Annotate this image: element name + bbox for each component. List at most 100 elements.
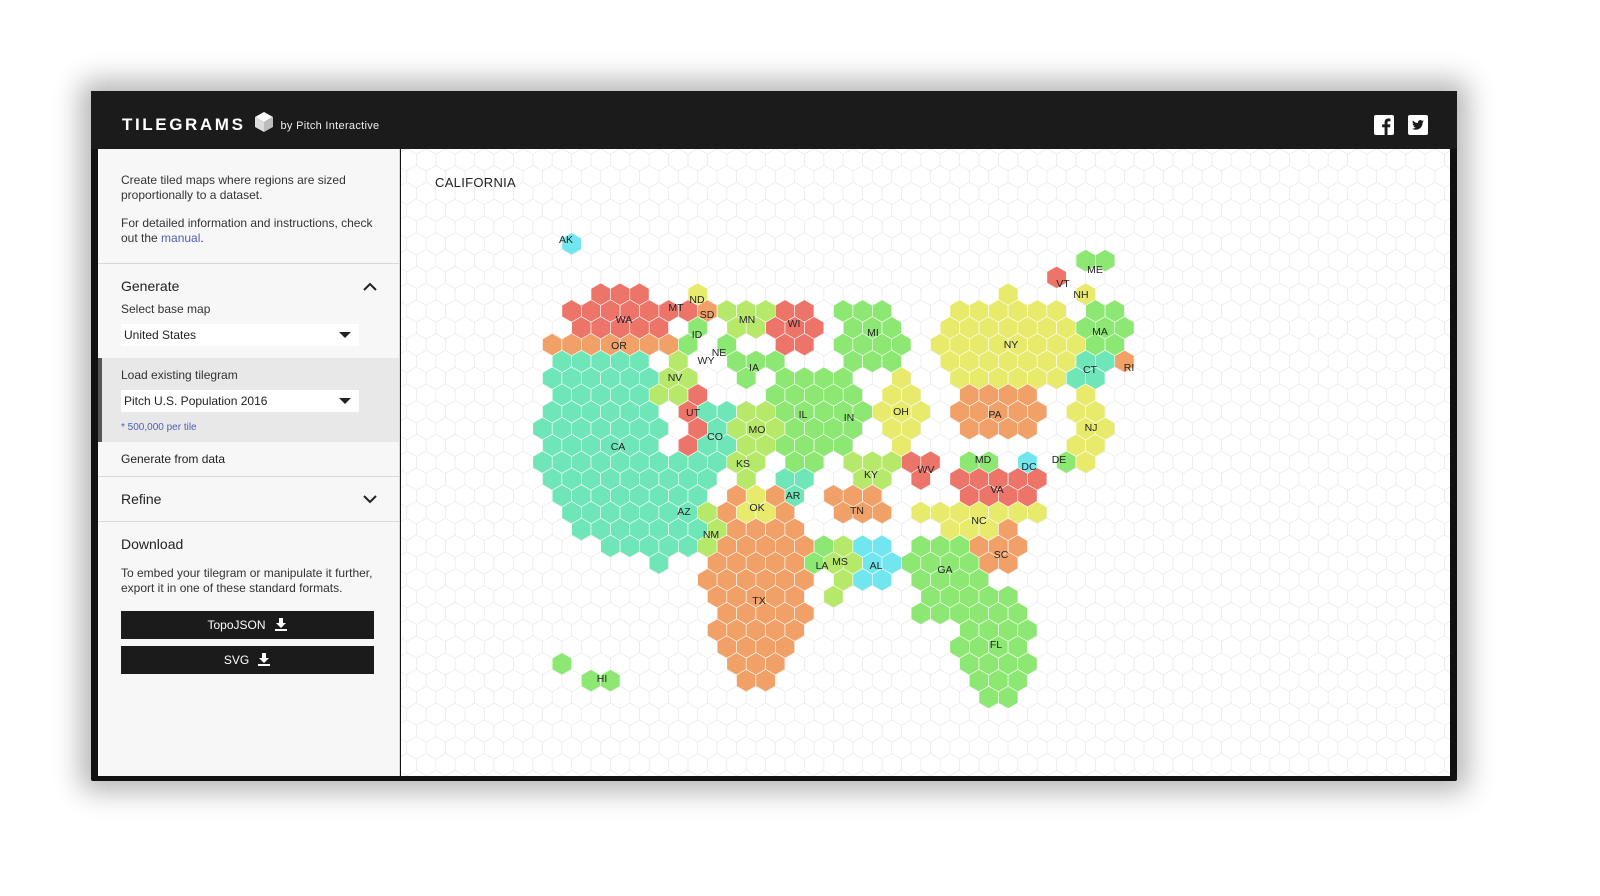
- empty-grid-tile: [445, 232, 466, 256]
- empty-grid-tile: [1046, 534, 1067, 558]
- empty-grid-tile: [1347, 719, 1368, 743]
- empty-grid-tile: [716, 769, 737, 776]
- empty-grid-tile: [1124, 265, 1145, 290]
- empty-grid-tile: [542, 568, 563, 592]
- empty-grid-tile: [1211, 248, 1232, 273]
- empty-grid-tile: [1269, 719, 1290, 743]
- empty-grid-tile: [493, 652, 514, 676]
- state-label-ia: IA: [749, 362, 759, 374]
- empty-grid-tile: [687, 719, 708, 743]
- empty-grid-tile: [464, 198, 485, 222]
- empty-grid-tile: [435, 517, 456, 542]
- state-label-ms: MS: [832, 556, 848, 568]
- empty-grid-tile: [1444, 318, 1450, 337]
- empty-grid-tile: [474, 685, 495, 710]
- download-icon: [257, 652, 271, 669]
- empty-grid-tile: [1153, 584, 1174, 609]
- empty-grid-tile: [522, 635, 543, 659]
- empty-grid-tile: [823, 181, 844, 206]
- empty-grid-tile: [1240, 467, 1261, 491]
- empty-grid-tile: [1192, 416, 1213, 441]
- empty-grid-tile: [959, 181, 980, 206]
- empty-grid-tile: [639, 149, 659, 155]
- empty-grid-tile: [483, 265, 505, 290]
- empty-grid-tile: [1269, 248, 1290, 273]
- base-map-select[interactable]: United States: [121, 324, 359, 346]
- empty-grid-tile: [522, 232, 543, 256]
- download-svg-button[interactable]: SVG: [121, 646, 374, 674]
- hex-grid[interactable]: AKHIWAORCAMTIDNVUTWYNDSDNECOAZNMKSMOIAMN…: [401, 149, 1450, 776]
- tilegram-map-canvas[interactable]: AK HI WA OR CA MT ID NV UT WY ND SD NE CO AZ NM KS MO IA MN…: [401, 149, 1450, 776]
- empty-grid-tile: [580, 232, 602, 256]
- empty-grid-tile: [532, 618, 553, 642]
- empty-grid-tile: [1318, 400, 1339, 424]
- empty-grid-tile: [639, 736, 660, 760]
- empty-grid-tile: [580, 702, 602, 726]
- empty-grid-tile: [1405, 181, 1426, 206]
- empty-grid-tile: [1376, 601, 1397, 626]
- empty-grid-tile: [1075, 484, 1096, 508]
- empty-grid-tile: [1405, 450, 1426, 474]
- empty-grid-tile: [1007, 198, 1028, 222]
- refine-section-header[interactable]: Refine: [98, 477, 399, 521]
- empty-grid-tile: [910, 232, 931, 256]
- empty-grid-tile: [1376, 668, 1397, 693]
- empty-grid-tile: [1230, 618, 1251, 642]
- empty-grid-tile: [464, 500, 485, 525]
- state-label-vt: VT: [1056, 278, 1070, 290]
- facebook-icon[interactable]: [1374, 115, 1394, 135]
- empty-grid-tile: [1395, 265, 1416, 290]
- empty-grid-tile: [1133, 517, 1154, 542]
- empty-grid-tile: [542, 265, 563, 290]
- empty-grid-tile: [493, 149, 514, 172]
- empty-grid-tile: [435, 484, 456, 508]
- empty-grid-tile: [1327, 349, 1348, 374]
- empty-grid-tile: [561, 164, 582, 189]
- empty-grid-tile: [707, 248, 728, 273]
- empty-grid-tile: [1366, 450, 1387, 474]
- manual-link[interactable]: manual: [161, 231, 200, 245]
- brand[interactable]: TILEGRAMS by Pitch Interactive: [122, 111, 379, 138]
- empty-grid-tile: [852, 702, 873, 726]
- empty-grid-tile: [639, 668, 660, 693]
- empty-grid-tile: [484, 149, 504, 155]
- empty-grid-tile: [1327, 618, 1348, 642]
- empty-grid-tile: [445, 400, 466, 424]
- empty-grid-tile: [910, 332, 931, 357]
- load-tilegram-select[interactable]: Pitch U.S. Population 2016: [121, 390, 359, 412]
- empty-grid-tile: [765, 181, 786, 206]
- empty-grid-tile: [435, 383, 456, 407]
- empty-grid-tile: [1221, 769, 1242, 776]
- empty-grid-tile: [1395, 467, 1416, 491]
- empty-grid-tile: [416, 652, 437, 676]
- topojson-label: TopoJSON: [207, 618, 266, 632]
- empty-grid-tile: [1182, 500, 1203, 525]
- empty-grid-tile: [920, 181, 941, 206]
- empty-grid-tile: [949, 769, 970, 776]
- empty-grid-tile: [1133, 685, 1154, 710]
- empty-grid-tile: [1347, 652, 1368, 676]
- empty-grid-tile: [561, 198, 582, 222]
- twitter-icon[interactable]: [1408, 115, 1428, 135]
- empty-grid-tile: [1221, 149, 1241, 155]
- tile-hi[interactable]: [551, 652, 572, 676]
- empty-grid-tile: [1337, 568, 1358, 592]
- empty-grid-tile: [493, 215, 514, 239]
- empty-grid-tile: [425, 232, 446, 256]
- empty-grid-tile: [687, 215, 708, 239]
- empty-grid-tile: [774, 769, 796, 776]
- empty-grid-tile: [697, 149, 718, 155]
- tile-nc[interactable]: [910, 501, 931, 525]
- generate-from-data-option[interactable]: Generate from data: [98, 442, 399, 476]
- empty-grid-tile: [1337, 500, 1358, 525]
- empty-grid-tile: [1259, 198, 1281, 222]
- empty-grid-tile: [1201, 198, 1222, 222]
- empty-grid-tile: [639, 164, 660, 189]
- empty-grid-tile: [1046, 500, 1067, 525]
- empty-grid-tile: [1269, 349, 1290, 374]
- download-topojson-button[interactable]: TopoJSON: [121, 611, 374, 639]
- empty-grid-tile: [1230, 149, 1251, 172]
- empty-grid-tile: [755, 198, 776, 222]
- empty-grid-tile: [1434, 332, 1450, 357]
- empty-grid-tile: [445, 568, 466, 592]
